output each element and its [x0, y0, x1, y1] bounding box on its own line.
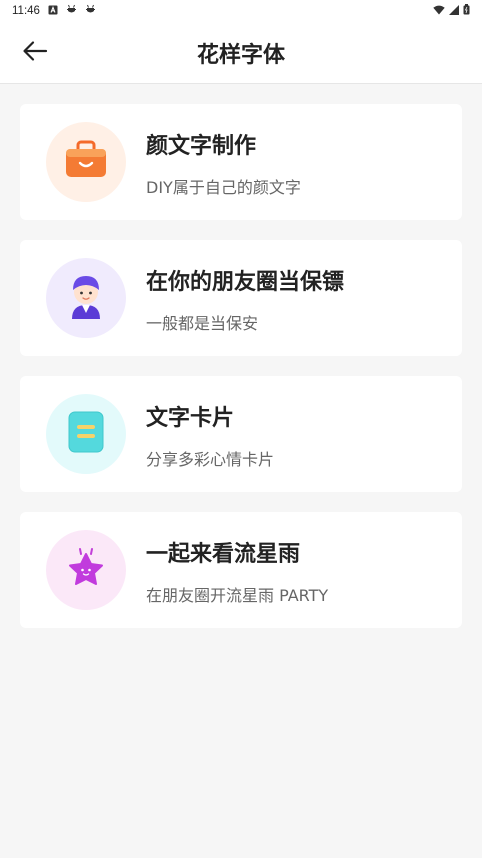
card-desc: DIY属于自己的颜文字 — [146, 178, 301, 197]
card-title: 文字卡片 — [146, 406, 235, 431]
guard-avatar-icon — [66, 273, 106, 323]
notification-a-icon — [48, 5, 58, 18]
page-title: 花样字体 — [196, 43, 285, 68]
wifi-icon — [433, 5, 445, 18]
card-text-card[interactable]: 文字卡片 分享多彩心情卡片 — [20, 376, 462, 492]
status-left: 11:46 — [12, 4, 96, 18]
card-desc: 在朋友圈开流星雨 PARTY — [146, 586, 329, 605]
card-kaomoji[interactable]: 颜文字制作 DIY属于自己的颜文字 — [20, 104, 462, 220]
status-time: 11:46 — [12, 5, 40, 17]
card-icon — [68, 411, 104, 457]
status-bar: 11:46 — [0, 0, 482, 22]
card-bodyguard[interactable]: 在你的朋友圈当保镖 一般都是当保安 — [20, 240, 462, 356]
app-header: 花样字体 — [0, 22, 482, 84]
card-icon-circle — [46, 258, 126, 338]
star-icon — [64, 546, 108, 594]
card-icon-circle — [46, 530, 126, 610]
bug-icon — [85, 4, 96, 18]
bug-icon — [66, 4, 77, 18]
signal-icon — [449, 4, 459, 18]
card-desc: 一般都是当保安 — [146, 314, 259, 333]
card-desc: 分享多彩心情卡片 — [146, 450, 275, 469]
card-title: 一起来看流星雨 — [146, 542, 301, 567]
battery-icon — [463, 4, 470, 18]
card-title: 颜文字制作 — [146, 134, 257, 159]
status-right — [433, 4, 470, 18]
card-title: 在你的朋友圈当保镖 — [146, 270, 345, 295]
bag-icon — [64, 140, 108, 184]
card-icon-circle — [46, 394, 126, 474]
card-meteor-shower[interactable]: 一起来看流星雨 在朋友圈开流星雨 PARTY — [20, 512, 462, 628]
card-icon-circle — [46, 122, 126, 202]
